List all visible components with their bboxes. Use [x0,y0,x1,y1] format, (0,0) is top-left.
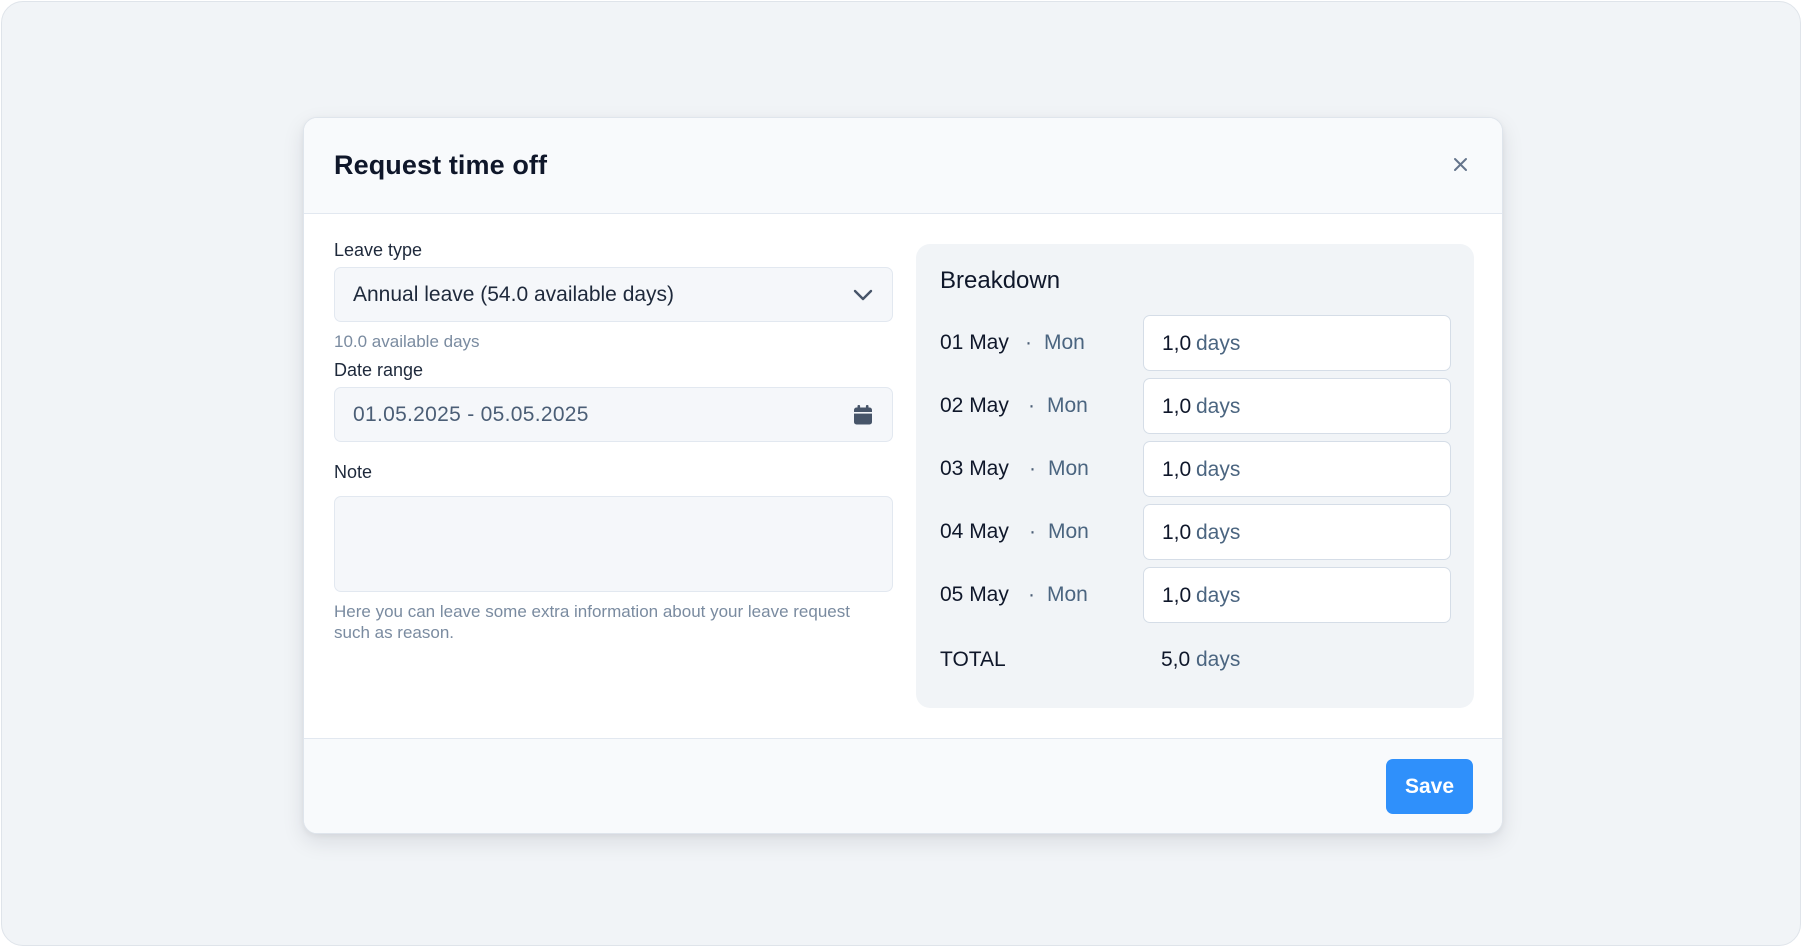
days-unit: days [1196,395,1241,418]
close-icon [1453,157,1467,171]
breakdown-panel: Breakdown 01 May · Mon 1,0 days 02 May ·… [916,244,1474,708]
days-value: 1,0 [1162,584,1192,607]
modal-footer: Save [304,738,1502,833]
days-unit: days [1196,584,1241,607]
modal-header: Request time off [304,118,1502,214]
breakdown-row: 02 May · Mon 1,0 days [916,378,1474,434]
breakdown-weekday: Mon [1048,520,1089,543]
breakdown-separator: · [1028,394,1035,417]
calendar-icon[interactable] [852,404,874,426]
total-label: TOTAL [940,648,1006,671]
days-value: 1,0 [1162,521,1192,544]
date-range-value: 01.05.2025 - 05.05.2025 [353,403,589,426]
breakdown-days-input[interactable]: 1,0 days [1143,567,1451,623]
breakdown-date: 01 May [940,331,1009,354]
breakdown-separator: · [1025,331,1032,354]
breakdown-weekday: Mon [1047,394,1088,417]
breakdown-title: Breakdown [940,267,1061,294]
leave-type-select[interactable]: Annual leave (54.0 available days) [334,267,893,322]
breakdown-weekday: Mon [1044,331,1085,354]
breakdown-weekday: Mon [1047,583,1088,606]
breakdown-days-input[interactable]: 1,0 days [1143,315,1451,371]
days-unit: days [1196,332,1241,355]
save-button[interactable]: Save [1386,759,1473,814]
breakdown-row: 05 May · Mon 1,0 days [916,567,1474,623]
days-unit: days [1196,521,1241,544]
breakdown-days-input[interactable]: 1,0 days [1143,504,1451,560]
days-value: 1,0 [1162,458,1192,481]
request-time-off-modal: Request time off Leave type Annual leave… [303,117,1503,834]
note-label: Note [334,462,373,482]
breakdown-row: 01 May · Mon 1,0 days [916,315,1474,371]
leave-type-label: Leave type [334,240,423,260]
leave-type-helper: 10.0 available days [334,332,480,351]
days-value: 1,0 [1162,395,1192,418]
total-value: 5,0 [1161,648,1191,671]
leave-type-value: Annual leave (54.0 available days) [353,283,675,306]
date-range-label: Date range [334,360,424,380]
days-unit: days [1196,458,1241,481]
breakdown-separator: · [1029,520,1036,543]
breakdown-row: 04 May · Mon 1,0 days [916,504,1474,560]
breakdown-row: 03 May · Mon 1,0 days [916,441,1474,497]
note-textarea[interactable] [334,496,893,592]
page-background: Request time off Leave type Annual leave… [1,1,1801,946]
chevron-down-icon [853,289,873,301]
note-helper: Here you can leave some extra informatio… [334,602,850,642]
breakdown-separator: · [1028,583,1035,606]
breakdown-date: 04 May [940,520,1009,543]
breakdown-date: 02 May [940,394,1009,417]
total-unit: days [1196,648,1241,671]
days-value: 1,0 [1162,332,1192,355]
breakdown-date: 05 May [940,583,1009,606]
breakdown-weekday: Mon [1048,457,1089,480]
breakdown-date: 03 May [940,457,1009,480]
modal-title: Request time off [334,150,548,180]
date-range-field[interactable]: 01.05.2025 - 05.05.2025 [334,387,893,442]
close-button[interactable] [1448,152,1472,176]
breakdown-days-input[interactable]: 1,0 days [1143,378,1451,434]
breakdown-separator: · [1029,457,1036,480]
breakdown-days-input[interactable]: 1,0 days [1143,441,1451,497]
